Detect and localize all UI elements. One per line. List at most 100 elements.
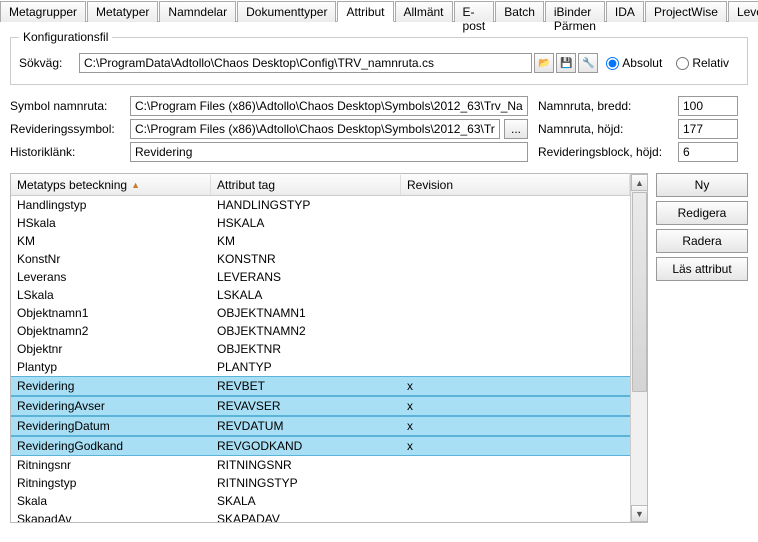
sort-asc-icon: ▲ (131, 180, 140, 190)
cell-revision (401, 457, 630, 473)
tab-metagrupper[interactable]: Metagrupper (0, 1, 86, 22)
cell-metatype: LSkala (11, 287, 211, 303)
cell-metatype: Objektnamn1 (11, 305, 211, 321)
cell-revision: x (401, 438, 630, 454)
tab-projectwise[interactable]: ProjectWise (645, 1, 727, 22)
col-metatype[interactable]: Metatyps beteckning ▲ (11, 175, 211, 195)
cell-attribut: KONSTNR (211, 251, 401, 267)
table-row[interactable]: KMKM (11, 232, 630, 250)
radio-relativ-input[interactable] (676, 57, 689, 70)
tab-ibinder-pärmen[interactable]: iBinder Pärmen (545, 1, 605, 22)
path-label: Sökväg: (19, 56, 79, 70)
revblock-input[interactable] (678, 142, 738, 162)
cell-revision (401, 493, 630, 509)
cell-metatype: Ritningsnr (11, 457, 211, 473)
cell-attribut: OBJEKTNAMN1 (211, 305, 401, 321)
cell-metatype: Revidering (11, 378, 211, 394)
hist-input[interactable] (130, 142, 528, 162)
cell-attribut: REVAVSER (211, 398, 401, 414)
height-input[interactable] (678, 119, 738, 139)
cell-attribut: RITNINGSTYP (211, 475, 401, 491)
symbol-label: Symbol namnruta: (10, 99, 130, 113)
width-input[interactable] (678, 96, 738, 116)
save-icon[interactable]: 💾 (556, 53, 576, 73)
width-label: Namnruta, bredd: (538, 99, 678, 113)
radio-absolut-input[interactable] (606, 57, 619, 70)
rev-input[interactable] (130, 119, 500, 139)
col-revision[interactable]: Revision (401, 175, 630, 195)
cell-revision (401, 251, 630, 267)
cell-revision: x (401, 418, 630, 434)
cell-attribut: HSKALA (211, 215, 401, 231)
cell-revision (401, 215, 630, 231)
cell-attribut: OBJEKTNR (211, 341, 401, 357)
scroll-up-icon[interactable]: ▲ (631, 174, 648, 191)
tab-namndelar[interactable]: Namndelar (159, 1, 236, 22)
cell-metatype: Handlingstyp (11, 197, 211, 213)
cell-attribut: REVDATUM (211, 418, 401, 434)
cell-metatype: Leverans (11, 269, 211, 285)
tab-leveranskontroll[interactable]: Leveranskontroll (728, 1, 758, 22)
tab-metatyper[interactable]: Metatyper (87, 1, 158, 22)
table-row[interactable]: LeveransLEVERANS (11, 268, 630, 286)
cell-attribut: REVBET (211, 378, 401, 394)
cell-metatype: Objektnamn2 (11, 323, 211, 339)
grid-body: HandlingstypHANDLINGSTYPHSkalaHSKALAKMKM… (11, 196, 630, 522)
table-row[interactable]: Objektnamn1OBJEKTNAMN1 (11, 304, 630, 322)
delete-button[interactable]: Radera (656, 229, 748, 253)
cell-revision (401, 475, 630, 491)
cell-attribut: LSKALA (211, 287, 401, 303)
radio-relativ[interactable]: Relativ (676, 56, 729, 70)
table-row[interactable]: RevideringREVBETx (11, 376, 630, 396)
cell-revision (401, 233, 630, 249)
cell-attribut: KM (211, 233, 401, 249)
table-row[interactable]: KonstNrKONSTNR (11, 250, 630, 268)
config-path-input[interactable] (79, 53, 532, 73)
table-row[interactable]: LSkalaLSKALA (11, 286, 630, 304)
read-attr-button[interactable]: Läs attribut (656, 257, 748, 281)
tab-dokumenttyper[interactable]: Dokumenttyper (237, 1, 336, 22)
table-row[interactable]: HSkalaHSKALA (11, 214, 630, 232)
tab-allmänt[interactable]: Allmänt (395, 1, 453, 22)
table-row[interactable]: RitningstypRITNINGSTYP (11, 474, 630, 492)
cell-revision: x (401, 398, 630, 414)
table-row[interactable]: SkapadAvSKAPADAV (11, 510, 630, 522)
cell-metatype: RevideringAvser (11, 398, 211, 414)
tool-icon[interactable]: 🔧 (578, 53, 598, 73)
table-row[interactable]: PlantypPLANTYP (11, 358, 630, 376)
tab-attribut[interactable]: Attribut (337, 1, 393, 22)
table-row[interactable]: HandlingstypHANDLINGSTYP (11, 196, 630, 214)
cell-revision (401, 305, 630, 321)
cell-attribut: SKAPADAV (211, 511, 401, 522)
vertical-scrollbar[interactable]: ▲ ▼ (630, 174, 647, 522)
table-row[interactable]: SkalaSKALA (11, 492, 630, 510)
table-row[interactable]: ObjektnrOBJEKTNR (11, 340, 630, 358)
scroll-thumb[interactable] (632, 192, 647, 392)
cell-metatype: KM (11, 233, 211, 249)
cell-metatype: RevideringGodkand (11, 438, 211, 454)
new-button[interactable]: Ny (656, 173, 748, 197)
browse-button[interactable]: ... (504, 119, 528, 139)
open-icon[interactable]: 📂 (534, 53, 554, 73)
table-row[interactable]: RitningsnrRITNINGSNR (11, 456, 630, 474)
revblock-label: Revideringsblock, höjd: (538, 145, 678, 159)
edit-button[interactable]: Redigera (656, 201, 748, 225)
cell-metatype: Plantyp (11, 359, 211, 375)
cell-attribut: HANDLINGSTYP (211, 197, 401, 213)
table-row[interactable]: RevideringAvserREVAVSERx (11, 396, 630, 416)
tab-e-post[interactable]: E-post (454, 1, 495, 22)
tab-batch[interactable]: Batch (495, 1, 544, 22)
radio-absolut[interactable]: Absolut (606, 56, 662, 70)
tab-ida[interactable]: IDA (606, 1, 644, 22)
attribute-grid: Metatyps beteckning ▲ Attribut tag Revis… (10, 173, 648, 523)
table-row[interactable]: RevideringDatumREVDATUMx (11, 416, 630, 436)
cell-attribut: REVGODKAND (211, 438, 401, 454)
symbol-input[interactable] (130, 96, 528, 116)
grid-header: Metatyps beteckning ▲ Attribut tag Revis… (11, 174, 630, 196)
cell-metatype: RevideringDatum (11, 418, 211, 434)
scroll-down-icon[interactable]: ▼ (631, 505, 648, 522)
cell-revision (401, 323, 630, 339)
table-row[interactable]: Objektnamn2OBJEKTNAMN2 (11, 322, 630, 340)
col-attribut-tag[interactable]: Attribut tag (211, 175, 401, 195)
table-row[interactable]: RevideringGodkandREVGODKANDx (11, 436, 630, 456)
